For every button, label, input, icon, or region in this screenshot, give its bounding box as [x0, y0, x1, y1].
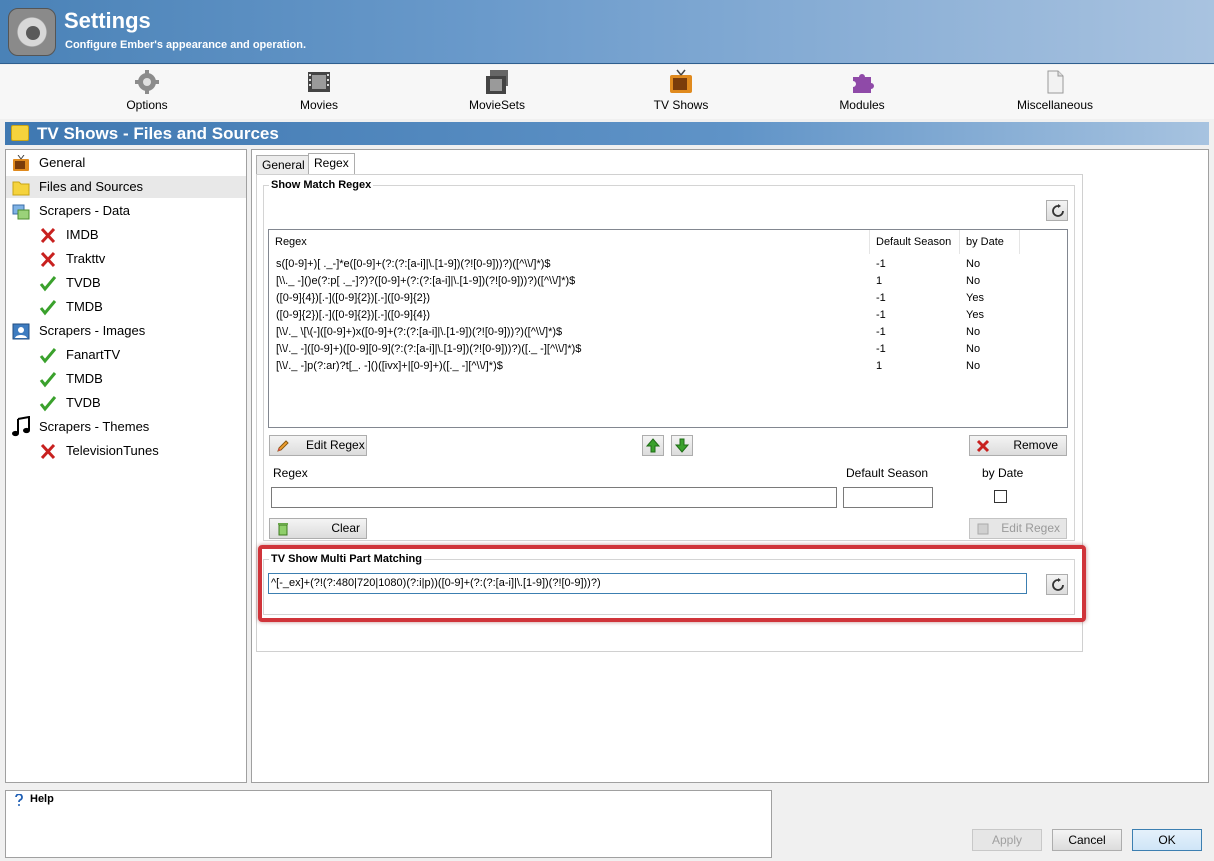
tree-item-tmdb-data[interactable]: TMDB [6, 296, 246, 318]
tab-regex[interactable]: Regex [308, 153, 355, 175]
apply-button[interactable]: Apply [972, 829, 1042, 851]
help-label: Help [30, 793, 54, 805]
tree-item-files-and-sources[interactable]: Files and Sources [6, 176, 246, 198]
toolbar-options-label: Options [126, 98, 168, 112]
tree-item-scrapers-data[interactable]: Scrapers - Data [6, 200, 246, 222]
remove-button[interactable]: Remove [969, 435, 1067, 456]
window-title: Settings [64, 8, 151, 33]
default-season-input[interactable] [843, 487, 933, 508]
column-header-default-season[interactable]: Default Season [870, 230, 960, 254]
check-icon [39, 276, 57, 292]
folder-icon [12, 181, 30, 196]
clear-button[interactable]: Clear [269, 518, 367, 539]
section-title-bar: TV Shows - Files and Sources [5, 122, 1209, 145]
settings-gear-icon [8, 8, 56, 56]
by-date-checkbox[interactable] [994, 490, 1007, 503]
tree-item-scrapers-themes[interactable]: Scrapers - Themes [6, 416, 246, 438]
film-icon [308, 72, 330, 92]
document-icon [1047, 70, 1064, 94]
tv-icon [670, 69, 692, 93]
column-header-by-date[interactable]: by Date [960, 230, 1020, 254]
table-row[interactable]: [\\/._ -]([0-9]+)([0-9][0-9](?:(?:[a-i]|… [269, 341, 1067, 358]
tree-item-tmdb-images[interactable]: TMDB [6, 368, 246, 390]
table-row[interactable]: [\\/._ \[\(-]([0-9]+)x([0-9]+(?:(?:[a-i]… [269, 324, 1067, 341]
tree-item-tvdb-images[interactable]: TVDB [6, 392, 246, 414]
cross-icon [40, 227, 56, 244]
tree-item-fanarttv[interactable]: FanartTV [6, 344, 246, 366]
section-title: TV Shows - Files and Sources [37, 124, 279, 143]
toolbar-movies-button[interactable]: Movies [286, 69, 352, 117]
table-row[interactable]: s([0-9]+)[ ._-]*e([0-9]+(?:(?:[a-i]|\.[1… [269, 256, 1067, 273]
window-subtitle: Configure Ember's appearance and operati… [65, 39, 307, 51]
cross-icon [976, 439, 990, 453]
table-row[interactable]: ([0-9]{4})[.-]([0-9]{2})[.-]([0-9]{2}) -… [269, 290, 1067, 307]
ok-button[interactable]: OK [1132, 829, 1202, 851]
pencil-icon [277, 440, 289, 452]
apply-edit-regex-button[interactable]: Edit Regex [969, 518, 1067, 539]
toolbar-moviesets-label: MovieSets [468, 98, 526, 112]
check-icon [39, 396, 57, 412]
regex-field-label: Regex [273, 466, 308, 480]
arrow-up-icon [645, 438, 661, 453]
toolbar-modules-button[interactable]: Modules [830, 69, 894, 117]
toolbar-moviesets-button[interactable]: MovieSets [460, 69, 534, 117]
by-date-field-label: by Date [982, 466, 1024, 480]
save-icon [977, 523, 989, 535]
regex-input[interactable] [271, 487, 837, 508]
puzzle-icon [853, 74, 874, 93]
move-down-button[interactable] [671, 435, 693, 456]
help-panel: Help [5, 790, 772, 858]
music-icon [12, 416, 30, 437]
edit-regex-button[interactable]: Edit Regex [269, 435, 367, 456]
table-row[interactable]: ([0-9]{2})[.-]([0-9]{2})[.-]([0-9]{4}) -… [269, 307, 1067, 324]
cancel-button[interactable]: Cancel [1052, 829, 1122, 851]
check-icon [39, 300, 57, 316]
cross-icon [40, 251, 56, 268]
toolbar-options-button[interactable]: Options [112, 69, 182, 117]
image-icon [12, 323, 30, 340]
table-row[interactable]: [\\._ -]()e(?:p[ ._-]?)?([0-9]+(?:(?:[a-… [269, 273, 1067, 290]
toolbar-miscellaneous-button[interactable]: Miscellaneous [1012, 69, 1098, 117]
gear-icon [135, 70, 159, 94]
default-season-field-label: Default Season [846, 466, 929, 480]
data-icon [12, 204, 30, 220]
help-icon [15, 794, 23, 806]
arrow-down-icon [674, 438, 690, 453]
settings-header: Settings Configure Ember's appearance an… [0, 0, 1214, 64]
check-icon [39, 348, 57, 364]
regex-list[interactable]: Regex Default Season by Date s([0-9]+)[ … [268, 229, 1068, 428]
toolbar-movies-label: Movies [299, 98, 338, 112]
show-match-regex-label: Show Match Regex [269, 179, 374, 191]
tab-general[interactable]: General [256, 155, 311, 176]
category-toolbar: Options Movies MovieSets TV Shows Module… [0, 65, 1214, 119]
toolbar-tvshows-label: TV Shows [653, 98, 709, 112]
check-icon [39, 372, 57, 388]
tree-item-scrapers-images[interactable]: Scrapers - Images [6, 320, 246, 342]
tree-item-imdb[interactable]: IMDB [6, 224, 246, 246]
toolbar-miscellaneous-label: Miscellaneous [1016, 98, 1094, 112]
toolbar-tvshows-button[interactable]: TV Shows [648, 69, 714, 117]
tree-item-trakttv[interactable]: Trakttv [6, 248, 246, 270]
reset-show-match-button[interactable] [1046, 200, 1068, 221]
tree-item-televisiontunes[interactable]: TelevisionTunes [6, 440, 246, 462]
highlight-annotation [258, 545, 1086, 622]
refresh-icon [1052, 204, 1064, 217]
trash-icon [278, 523, 288, 536]
settings-tree: General Files and Sources Scrapers - Dat… [5, 149, 247, 783]
toolbar-modules-label: Modules [839, 98, 885, 112]
tree-item-general[interactable]: General [6, 152, 246, 174]
tv-icon [13, 155, 29, 171]
cross-icon [40, 443, 56, 460]
folder-icon [11, 125, 29, 141]
regex-list-header: Regex Default Season by Date [269, 230, 1067, 254]
tree-item-tvdb-data[interactable]: TVDB [6, 272, 246, 294]
move-up-button[interactable] [642, 435, 664, 456]
table-row[interactable]: [\\/._ -]p(?:ar)?t[_. -]()([ivx]+|[0-9]+… [269, 358, 1067, 375]
column-header-regex[interactable]: Regex [269, 230, 870, 254]
filmstack-icon [486, 70, 508, 94]
